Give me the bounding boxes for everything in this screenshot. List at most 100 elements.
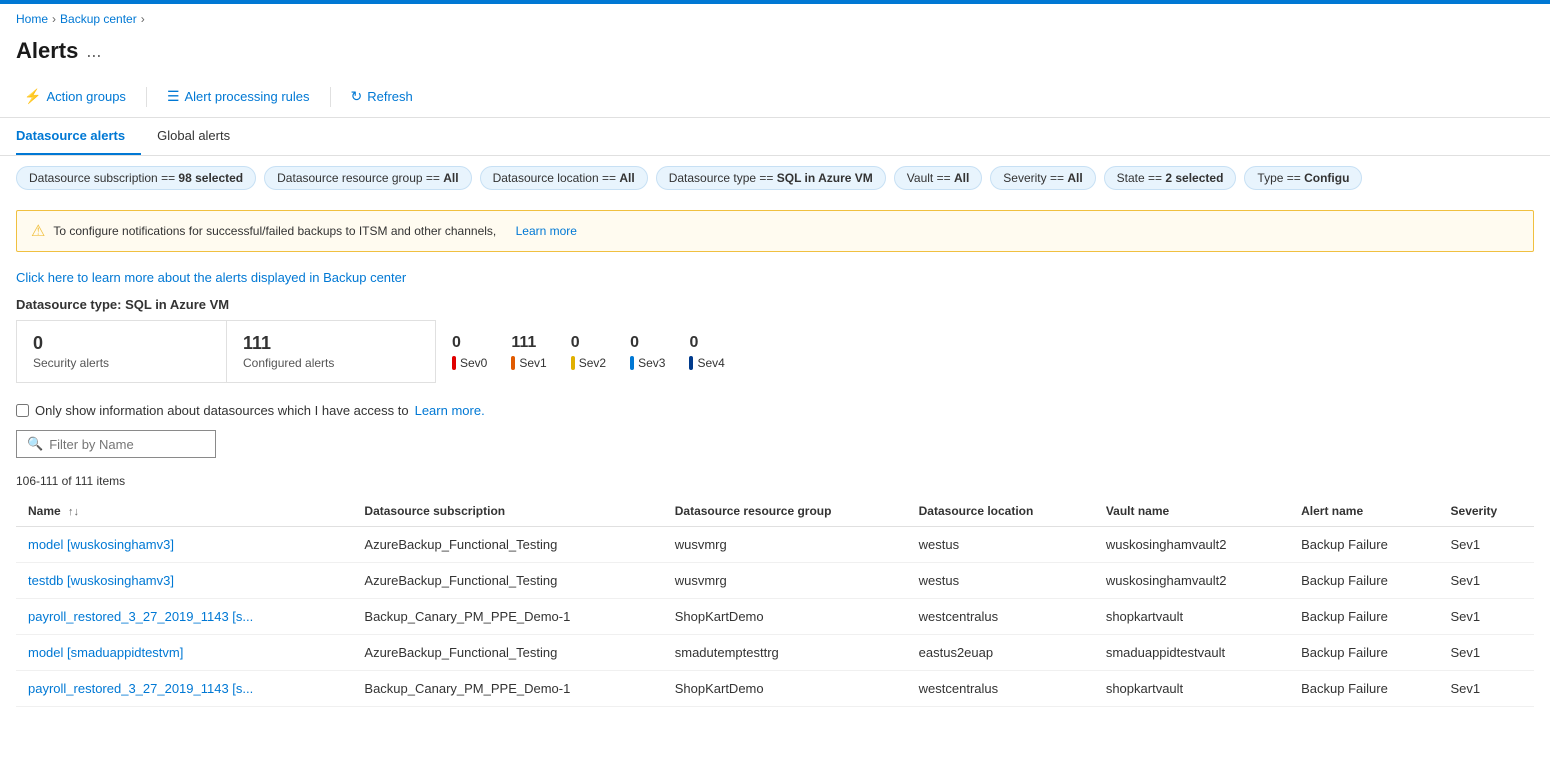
refresh-icon: ↻ [351,88,363,105]
toolbar-divider-1 [146,87,147,107]
cell-resource-group-1: wusvmrg [663,563,907,599]
cell-location-0: westus [907,527,1094,563]
warning-banner: ⚠ To configure notifications for success… [16,210,1534,252]
filter-chip-severity[interactable]: Severity == All [990,166,1095,190]
table-container: Name ↑↓ Datasource subscription Datasour… [0,496,1550,707]
cell-severity-4: Sev1 [1439,671,1534,707]
cell-location-4: westcentralus [907,671,1094,707]
breadcrumb: Home › Backup center › [0,4,1550,34]
sev1-bar [511,356,515,370]
cell-severity-3: Sev1 [1439,635,1534,671]
sev1-number: 111 [511,334,536,352]
col-header-location: Datasource location [907,496,1094,527]
cell-name-2[interactable]: payroll_restored_3_27_2019_1143 [s... [16,599,352,635]
cell-alert-name-1: Backup Failure [1289,563,1438,599]
security-alerts-label: Security alerts [33,356,210,370]
warning-icon: ⚠ [31,221,45,241]
table-body: model [wuskosinghamv3] AzureBackup_Funct… [16,527,1534,707]
cell-resource-group-0: wusvmrg [663,527,907,563]
col-header-vault-name: Vault name [1094,496,1289,527]
refresh-button[interactable]: ↻ Refresh [343,84,421,109]
table-row: model [smaduappidtestvm] AzureBackup_Fun… [16,635,1534,671]
sev4-bar [689,356,693,370]
cell-severity-2: Sev1 [1439,599,1534,635]
sev0-stat: 0 Sev0 [452,334,487,370]
filter-chip-subscription[interactable]: Datasource subscription == 98 selected [16,166,256,190]
info-learn-more-link[interactable]: Click here to learn more about the alert… [0,262,1550,293]
summary-card-configured[interactable]: 111 Configured alerts [226,320,436,383]
table-row: payroll_restored_3_27_2019_1143 [s... Ba… [16,599,1534,635]
cell-vault-2: shopkartvault [1094,599,1289,635]
cell-alert-name-0: Backup Failure [1289,527,1438,563]
action-groups-label: Action groups [46,89,126,104]
filter-chip-state[interactable]: State == 2 selected [1104,166,1237,190]
search-bar: 🔍 [0,430,1550,470]
search-input[interactable] [49,437,205,452]
alerts-table: Name ↑↓ Datasource subscription Datasour… [16,496,1534,707]
severity-stats: 0 Sev0 111 Sev1 0 Sev2 0 Sev3 [436,320,741,383]
cell-vault-0: wuskosinghamvault2 [1094,527,1289,563]
sev3-number: 0 [630,334,639,352]
configured-alerts-label: Configured alerts [243,356,419,370]
items-count: 106-111 of 111 items [0,470,1550,496]
filter-chip-vault[interactable]: Vault == All [894,166,983,190]
sev2-label: Sev2 [579,356,606,370]
warning-text: To configure notifications for successfu… [53,224,496,238]
sev0-number: 0 [452,334,461,352]
checkbox-learn-more-link[interactable]: Learn more. [415,403,485,418]
col-header-resource-group: Datasource resource group [663,496,907,527]
sort-icon[interactable]: ↑↓ [68,506,79,518]
cell-name-4[interactable]: payroll_restored_3_27_2019_1143 [s... [16,671,352,707]
datasource-type-label: Datasource type: SQL in Azure VM [0,293,1550,320]
filter-chip-type[interactable]: Datasource type == SQL in Azure VM [656,166,886,190]
cell-location-1: westus [907,563,1094,599]
cell-alert-name-3: Backup Failure [1289,635,1438,671]
filter-chip-location[interactable]: Datasource location == All [480,166,648,190]
refresh-label: Refresh [367,89,413,104]
warning-learn-more-link[interactable]: Learn more [516,224,577,238]
cell-resource-group-2: ShopKartDemo [663,599,907,635]
sev2-bar [571,356,575,370]
action-groups-button[interactable]: ⚡ Action groups [16,84,134,109]
tab-datasource-alerts[interactable]: Datasource alerts [16,118,141,155]
toolbar: ⚡ Action groups ☰ Alert processing rules… [0,76,1550,118]
col-header-subscription: Datasource subscription [352,496,662,527]
sev3-stat: 0 Sev3 [630,334,665,370]
sev0-label: Sev0 [460,356,487,370]
filter-chip-configu[interactable]: Type == Configu [1244,166,1362,190]
cell-location-2: westcentralus [907,599,1094,635]
cell-name-0[interactable]: model [wuskosinghamv3] [16,527,352,563]
alert-processing-rules-label: Alert processing rules [185,89,310,104]
summary-card-security[interactable]: 0 Security alerts [16,320,226,383]
page-ellipsis[interactable]: ... [86,41,101,62]
sev4-stat: 0 Sev4 [689,334,724,370]
alert-processing-rules-button[interactable]: ☰ Alert processing rules [159,84,318,109]
tab-global-alerts[interactable]: Global alerts [157,118,246,155]
col-header-severity: Severity [1439,496,1534,527]
search-icon: 🔍 [27,436,43,452]
cell-name-3[interactable]: model [smaduappidtestvm] [16,635,352,671]
sev3-bar [630,356,634,370]
cell-vault-1: wuskosinghamvault2 [1094,563,1289,599]
sev4-number: 0 [689,334,698,352]
page-header: Alerts ... [0,34,1550,76]
cell-name-1[interactable]: testdb [wuskosinghamv3] [16,563,352,599]
alert-processing-rules-icon: ☰ [167,88,180,105]
cell-severity-0: Sev1 [1439,527,1534,563]
cell-subscription-2: Backup_Canary_PM_PPE_Demo-1 [352,599,662,635]
action-groups-icon: ⚡ [24,88,41,105]
filter-chip-resource-group[interactable]: Datasource resource group == All [264,166,471,190]
datasource-access-checkbox[interactable] [16,404,29,417]
breadcrumb-backup-center[interactable]: Backup center [60,12,137,26]
cell-alert-name-2: Backup Failure [1289,599,1438,635]
toolbar-divider-2 [330,87,331,107]
cell-subscription-1: AzureBackup_Functional_Testing [352,563,662,599]
breadcrumb-home[interactable]: Home [16,12,48,26]
checkbox-row: Only show information about datasources … [0,395,1550,430]
cell-alert-name-4: Backup Failure [1289,671,1438,707]
configured-alerts-number: 111 [243,333,419,354]
sev2-stat: 0 Sev2 [571,334,606,370]
cell-severity-1: Sev1 [1439,563,1534,599]
cell-resource-group-4: ShopKartDemo [663,671,907,707]
cell-vault-3: smaduappidtestvault [1094,635,1289,671]
